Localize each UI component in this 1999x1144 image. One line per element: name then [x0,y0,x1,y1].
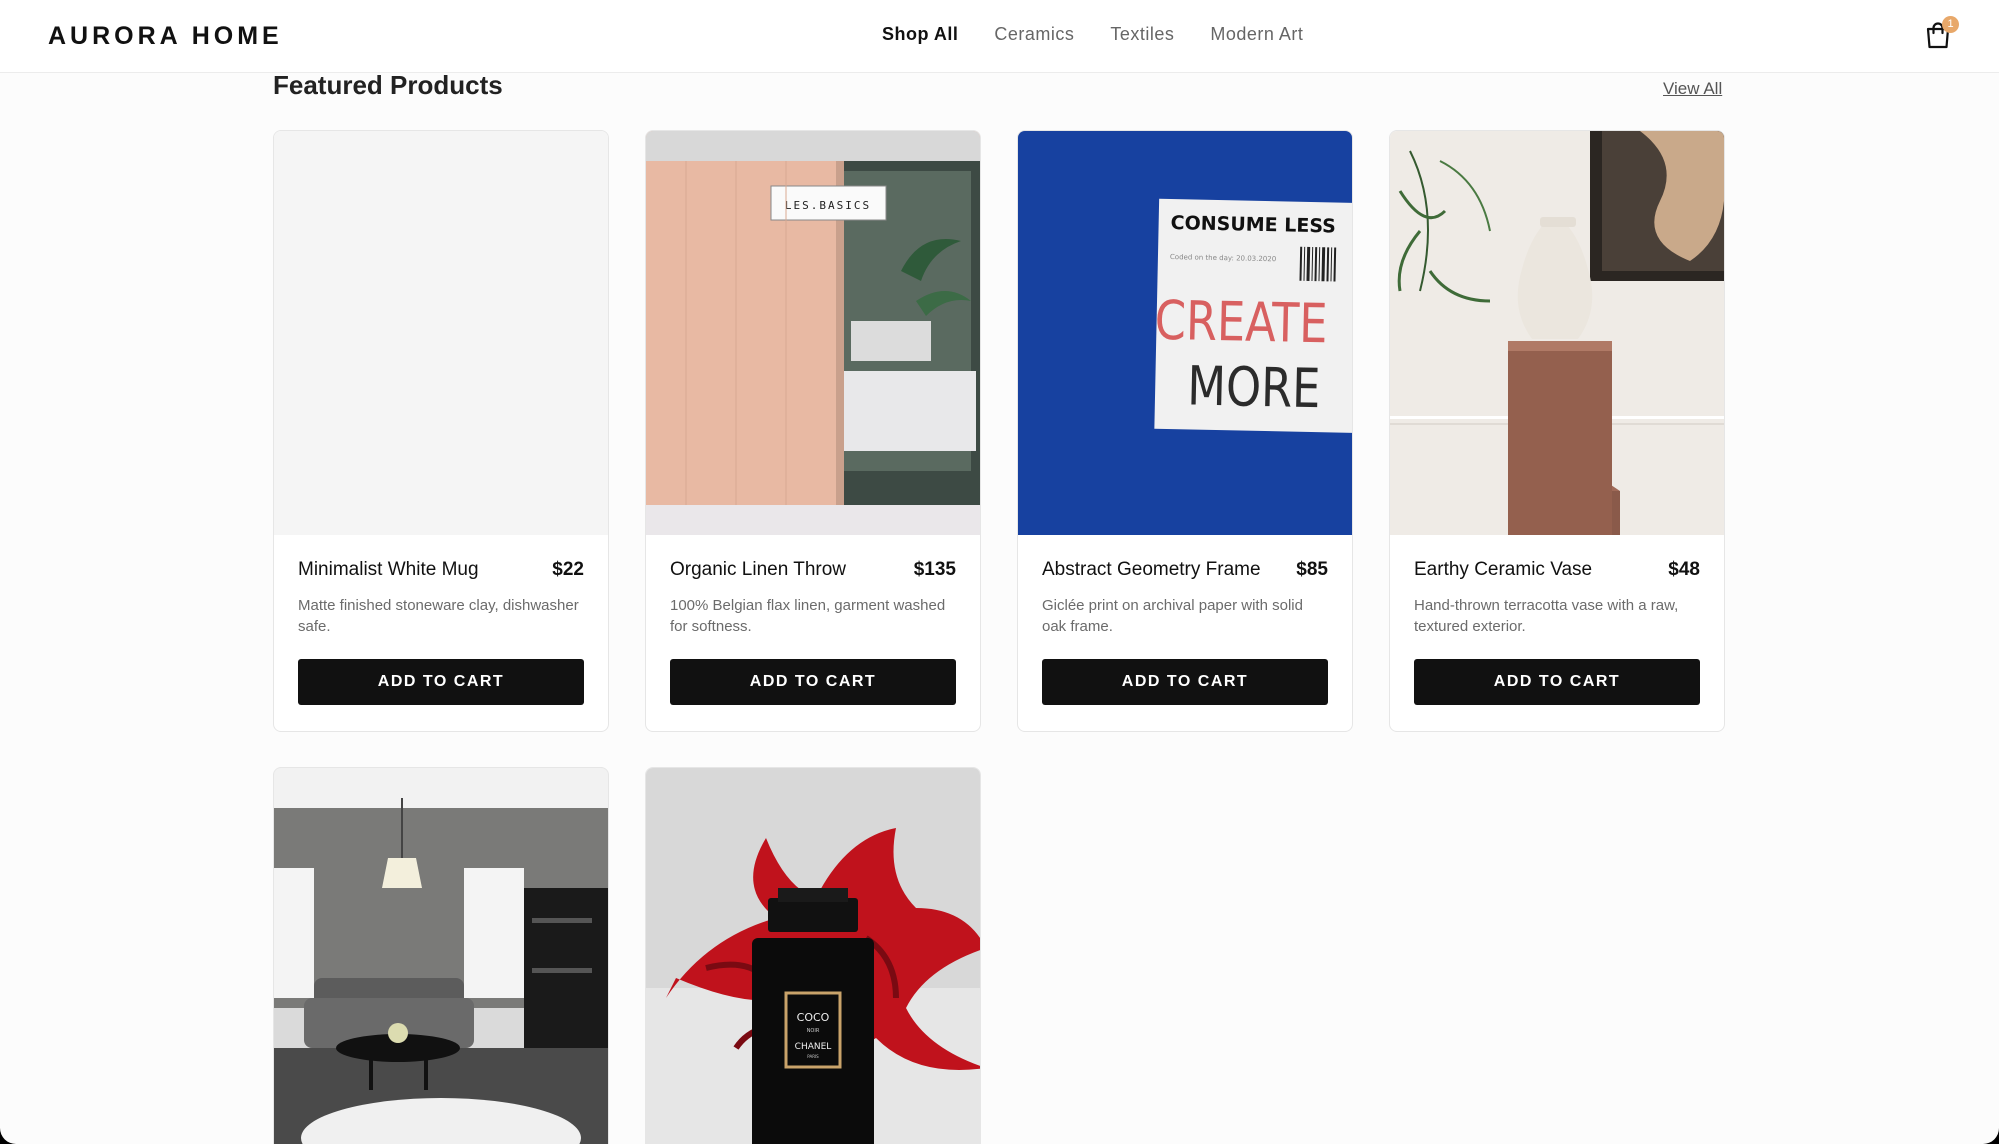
bottle-label-line3: CHANEL [795,1042,832,1052]
product-description: Matte finished stoneware clay, dishwashe… [298,597,579,635]
product-card[interactable]: COCO NOIR CHANEL PARIS [645,767,981,1144]
bottle-label-line2: NOIR [807,1028,820,1034]
brand-logo[interactable]: AURORA HOME [48,22,283,51]
product-description: 100% Belgian flax linen, garment washed … [670,597,946,635]
product-name[interactable]: Earthy Ceramic Vase [1414,559,1592,581]
section-title: Featured Products [273,70,503,100]
product-name[interactable]: Organic Linen Throw [670,559,846,581]
product-image-ceramic-vase[interactable] [1390,131,1724,535]
product-price: $48 [1668,559,1700,580]
product-card[interactable]: CONSUME LESS Coded on the day: 20.03.202… [1017,130,1353,732]
poster-headline: CONSUME LESS [1170,212,1336,237]
add-to-cart-button[interactable]: ADD TO CART [1414,659,1700,705]
product-card[interactable]: Earthy Ceramic Vase $48 Hand-thrown terr… [1389,130,1725,732]
nav-textiles[interactable]: Textiles [1110,24,1174,45]
product-name[interactable]: Abstract Geometry Frame [1042,559,1261,581]
product-card[interactable] [273,767,609,1144]
poster-word-more: MORE [1187,356,1321,421]
product-image-mug[interactable] [274,131,608,535]
nav-modern-art[interactable]: Modern Art [1210,24,1303,45]
product-card[interactable]: Minimalist White Mug $22 Matte finished … [273,130,609,732]
product-description: Giclée print on archival paper with soli… [1042,597,1303,635]
product-image-living-room[interactable] [274,768,608,1144]
main-nav: Shop All Ceramics Textiles Modern Art [882,24,1303,45]
poster-word-create: CREATE [1154,290,1328,356]
nav-shop-all[interactable]: Shop All [882,24,958,45]
add-to-cart-button[interactable]: ADD TO CART [670,659,956,705]
product-image-linen-throw[interactable]: LES.BASICS [646,131,980,535]
view-all-link[interactable]: View All [1663,79,1722,99]
app-window: AURORA HOME Shop All Ceramics Textiles M… [0,0,1999,1144]
bottle-label-line4: PARIS [807,1054,819,1059]
product-card[interactable]: LES.BASICS Organic Linen Throw $135 100%… [645,130,981,732]
product-image-perfume[interactable]: COCO NOIR CHANEL PARIS [646,768,980,1144]
product-price: $135 [913,559,956,580]
product-price: $85 [1296,559,1328,580]
add-to-cart-button[interactable]: ADD TO CART [298,659,584,705]
add-to-cart-button[interactable]: ADD TO CART [1042,659,1328,705]
store-sign-text: LES.BASICS [785,199,871,212]
nav-ceramics[interactable]: Ceramics [994,24,1074,45]
bottle-label-line1: COCO [797,1011,830,1024]
product-price: $22 [552,559,584,580]
product-name[interactable]: Minimalist White Mug [298,559,479,581]
cart-count-badge: 1 [1942,16,1959,33]
site-header: AURORA HOME Shop All Ceramics Textiles M… [0,0,1999,73]
product-image-geometry-frame[interactable]: CONSUME LESS Coded on the day: 20.03.202… [1018,131,1352,535]
product-description: Hand-thrown terracotta vase with a raw, … [1414,597,1679,635]
cart-button[interactable]: 1 [1924,16,1959,52]
